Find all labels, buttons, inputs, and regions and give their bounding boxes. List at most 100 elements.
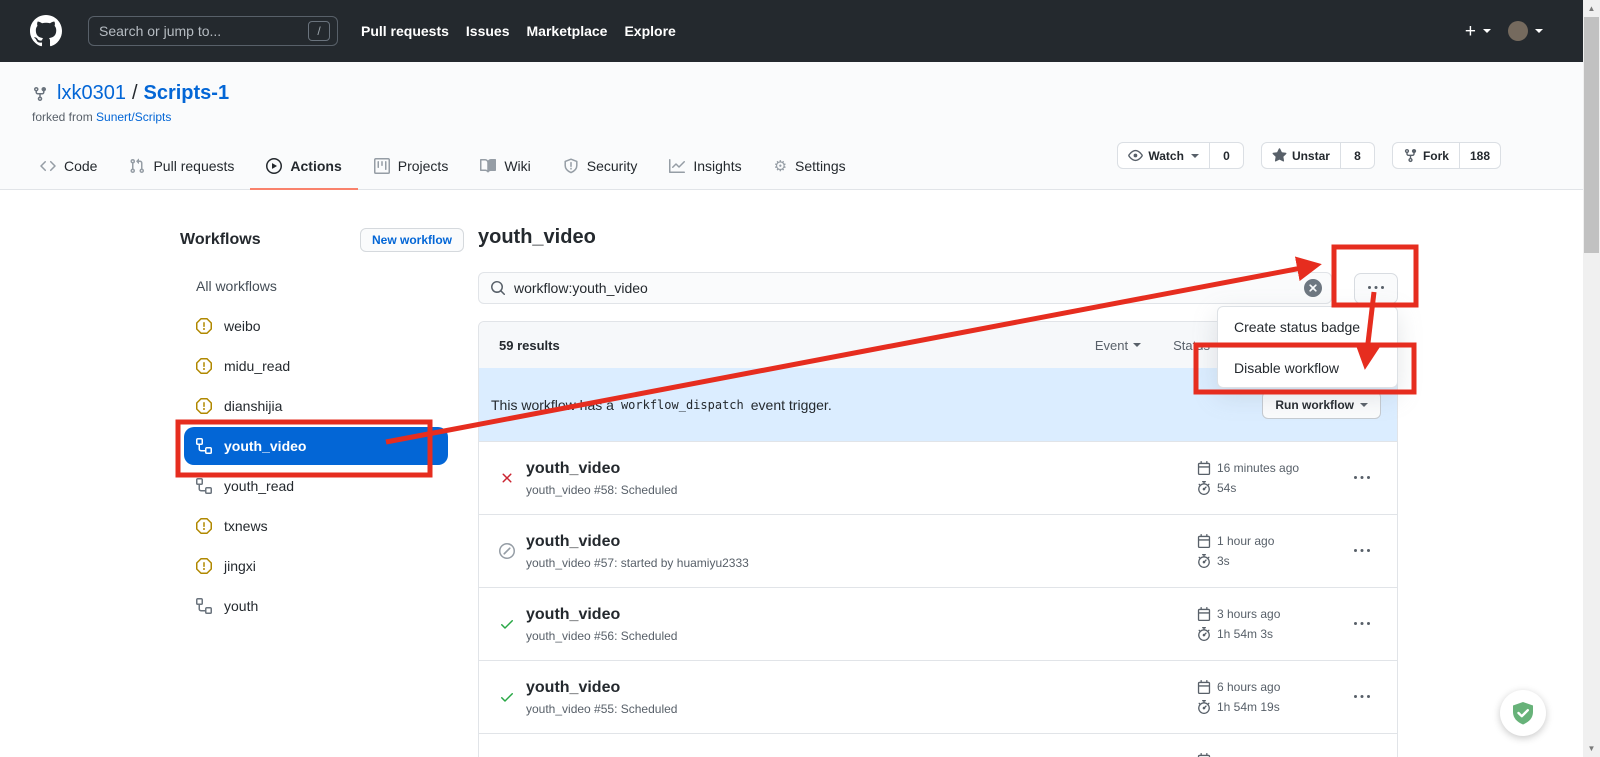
cancelled-icon (499, 543, 515, 559)
status-filter[interactable]: Status (1173, 338, 1223, 353)
tab-security[interactable]: Security (547, 144, 654, 190)
workflow-list: All workflows weibo midu_read dianshijia… (180, 266, 464, 626)
chevron-down-icon[interactable] (1535, 29, 1543, 33)
sidebar-item-all-workflows[interactable]: All workflows (180, 266, 464, 306)
check-icon (499, 616, 515, 632)
run-title-link[interactable]: youth_video (526, 606, 1197, 624)
scrollbar-down-arrow[interactable]: ▼ (1583, 740, 1600, 757)
kebab-horizontal-icon (1354, 616, 1370, 632)
watch-button[interactable]: Watch (1117, 142, 1210, 169)
tab-wiki[interactable]: Wiki (464, 144, 546, 190)
chevron-down-icon (1133, 343, 1141, 347)
kebab-horizontal-icon (1354, 543, 1370, 559)
repo-name-link[interactable]: Scripts-1 (144, 82, 230, 105)
sidebar-item-label: youth_video (224, 438, 306, 454)
repo-forked-icon (1403, 148, 1418, 163)
git-pull-request-icon (129, 158, 145, 174)
sidebar-item-label: youth (224, 598, 258, 614)
chevron-down-icon[interactable] (1483, 29, 1491, 33)
avatar[interactable] (1508, 21, 1528, 41)
nav-link-pull-requests[interactable]: Pull requests (361, 23, 449, 39)
run-title-link[interactable]: youth_video (526, 460, 1197, 478)
top-navbar: / Pull requests Issues Marketplace Explo… (0, 0, 1583, 62)
event-filter-label: Event (1095, 338, 1128, 353)
code-icon (40, 158, 56, 174)
graph-icon (669, 158, 685, 174)
menu-item-disable-workflow[interactable]: Disable workflow (1218, 347, 1397, 387)
run-row[interactable]: youth_video (479, 733, 1397, 757)
run-row[interactable]: youth_video youth_video #55: Scheduled 6… (479, 660, 1397, 733)
banner-text: This workflow has a workflow_dispatch ev… (491, 397, 832, 413)
tab-code[interactable]: Code (24, 144, 113, 190)
tab-settings[interactable]: ⚙ Settings (758, 144, 862, 190)
clear-search-button[interactable] (1304, 279, 1322, 297)
run-row[interactable]: youth_video youth_video #56: Scheduled 3… (479, 587, 1397, 660)
alert-icon (196, 318, 212, 334)
fork-count[interactable]: 188 (1460, 142, 1501, 169)
alert-icon (196, 558, 212, 574)
nav-link-marketplace[interactable]: Marketplace (527, 23, 608, 39)
sidebar-item-label: youth_read (224, 478, 294, 494)
star-filled-icon (1272, 148, 1287, 163)
run-description: youth_video #58: Scheduled (526, 483, 1197, 497)
tab-projects[interactable]: Projects (358, 144, 465, 190)
run-options-button[interactable] (1347, 616, 1377, 632)
watch-count[interactable]: 0 (1210, 142, 1244, 169)
page-title: youth_video (478, 226, 1398, 252)
event-filter[interactable]: Event (1095, 338, 1141, 353)
run-options-button[interactable] (1347, 470, 1377, 486)
scrollbar-up-arrow[interactable]: ▲ (1583, 0, 1600, 17)
forked-note-prefix: forked from (32, 110, 93, 124)
scrollbar-thumb[interactable] (1584, 17, 1599, 253)
run-row[interactable]: youth_video youth_video #57: started by … (479, 514, 1397, 587)
tab-label: Security (587, 158, 638, 174)
sidebar-item-dianshijia[interactable]: dianshijia (180, 386, 464, 426)
eye-icon (1128, 148, 1143, 163)
sidebar-item-youth-video[interactable]: youth_video (184, 427, 448, 465)
menu-item-create-status-badge[interactable]: Create status badge (1218, 307, 1397, 347)
repo-owner-link[interactable]: lxk0301 (57, 82, 126, 105)
adguard-extension-badge[interactable] (1500, 690, 1546, 736)
tab-label: Code (64, 158, 97, 174)
run-description: youth_video #56: Scheduled (526, 629, 1197, 643)
sidebar-item-jingxi[interactable]: jingxi (180, 546, 464, 586)
watch-group: Watch 0 (1117, 142, 1244, 169)
repo-header: lxk0301 / Scripts-1 forked from Sunert/S… (0, 62, 1583, 190)
run-row[interactable]: youth_video youth_video #58: Scheduled 1… (479, 441, 1397, 514)
fork-source-link[interactable]: Sunert/Scripts (96, 110, 171, 124)
run-options-button[interactable] (1347, 689, 1377, 705)
tab-label: Insights (693, 158, 741, 174)
search-icon (490, 280, 506, 296)
tab-label: Wiki (504, 158, 530, 174)
sidebar-item-weibo[interactable]: weibo (180, 306, 464, 346)
tab-pull-requests[interactable]: Pull requests (113, 144, 250, 190)
runs-search-input[interactable] (514, 280, 1296, 296)
sidebar-item-label: dianshijia (224, 398, 282, 414)
global-search: / (88, 16, 338, 46)
run-workflow-label: Run workflow (1275, 398, 1354, 412)
sidebar-item-label: midu_read (224, 358, 290, 374)
shield-check-icon (1509, 699, 1537, 727)
sidebar-item-midu-read[interactable]: midu_read (180, 346, 464, 386)
star-count[interactable]: 8 (1341, 142, 1375, 169)
nav-link-explore[interactable]: Explore (624, 23, 675, 39)
new-workflow-button[interactable]: New workflow (360, 228, 464, 252)
run-duration: 3s (1217, 554, 1230, 568)
sidebar-item-txnews[interactable]: txnews (180, 506, 464, 546)
nav-link-issues[interactable]: Issues (466, 23, 510, 39)
slash-key-hint: / (308, 21, 330, 41)
tab-actions[interactable]: Actions (250, 144, 357, 190)
run-options-button[interactable] (1347, 543, 1377, 559)
run-title-link[interactable]: youth_video (526, 533, 1197, 551)
scrollbar: ▲ ▼ (1583, 0, 1600, 757)
tab-insights[interactable]: Insights (653, 144, 757, 190)
sidebar-item-youth[interactable]: youth (180, 586, 464, 626)
create-new-button[interactable]: + (1465, 22, 1476, 41)
run-workflow-button[interactable]: Run workflow (1262, 391, 1381, 419)
run-title-link[interactable]: youth_video (526, 679, 1197, 697)
sidebar-item-youth-read[interactable]: youth_read (180, 466, 464, 506)
global-search-input[interactable] (99, 23, 308, 39)
unstar-button[interactable]: Unstar (1261, 142, 1341, 169)
github-logo-icon[interactable] (30, 15, 62, 47)
fork-button[interactable]: Fork (1392, 142, 1460, 169)
